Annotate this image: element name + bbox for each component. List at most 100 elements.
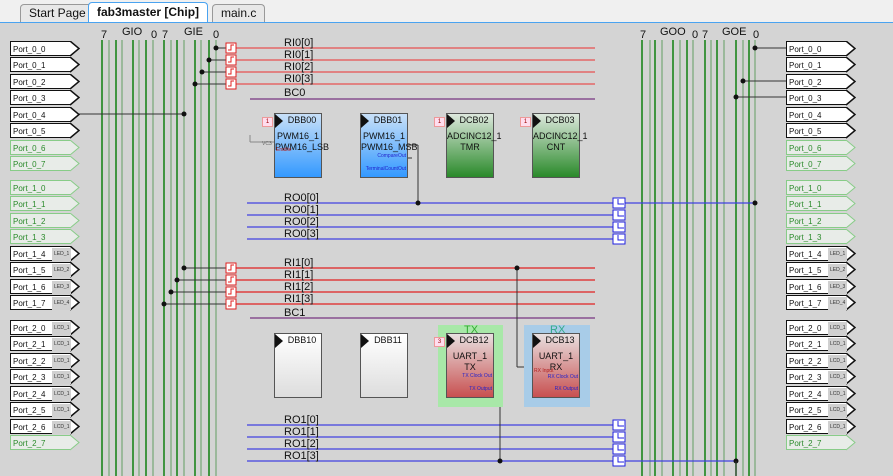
ro1-2-label: RO1[2] bbox=[284, 438, 319, 450]
port-label: Port_0_4 bbox=[13, 110, 46, 120]
port-tag: LCD_1 bbox=[828, 371, 847, 385]
port-tag: LCD_1 bbox=[828, 420, 847, 434]
left-port-port-2-7[interactable]: Port_2_7 bbox=[10, 435, 80, 451]
block-dcb12[interactable]: DCB12 UART_1 TX TX Clock Out TX Output bbox=[446, 333, 494, 398]
rx-clock-out-signal: RX Clock Out bbox=[547, 374, 578, 380]
port-arrow-icon bbox=[70, 196, 80, 212]
right-port-port-1-2[interactable]: Port_1_2 bbox=[786, 212, 856, 229]
left-port-port-2-0[interactable]: Port_2_0 LCD_1 bbox=[10, 320, 80, 336]
right-port-port-1-4[interactable]: Port_1_4 LED_1 bbox=[786, 245, 856, 262]
clock-input-icon bbox=[447, 334, 455, 348]
port-tag: LED_2 bbox=[828, 264, 847, 278]
left-port-port-0-1[interactable]: Port_0_1 bbox=[10, 57, 80, 74]
left-port-port-1-6[interactable]: Port_1_6 LED_3 bbox=[10, 278, 80, 295]
right-port-port-2-1[interactable]: Port_2_1 LCD_1 bbox=[786, 336, 856, 353]
gie-lsb: 0 bbox=[213, 29, 220, 41]
port-tag: LCD_1 bbox=[52, 354, 71, 368]
block-dbb01[interactable]: DBB01 PWM16_1 PWM16_MSB CompareOut Termi… bbox=[360, 113, 418, 178]
clock-badge: 1 bbox=[262, 117, 273, 127]
port-label: Port_0_7 bbox=[13, 160, 46, 170]
right-port-port-2-3[interactable]: Port_2_3 LCD_1 bbox=[786, 369, 856, 385]
block-dcb03[interactable]: DCB03 ADCINC12_1 CNT bbox=[532, 113, 588, 178]
port-arrow-icon bbox=[846, 212, 856, 229]
right-port-port-1-5[interactable]: Port_1_5 LED_2 bbox=[786, 262, 856, 278]
port-label: Port_0_5 bbox=[789, 127, 822, 137]
left-port-port-0-4[interactable]: Port_0_4 bbox=[10, 106, 80, 123]
left-port-port-2-2[interactable]: Port_2_2 LCD_1 bbox=[10, 352, 80, 369]
block-dcb13[interactable]: DCB13 UART_1 RX RX Input RX Clock Out RX… bbox=[532, 333, 580, 398]
port-label: Port_1_1 bbox=[789, 200, 822, 210]
ro0-1-label: RO0[1] bbox=[284, 204, 319, 216]
left-port-port-0-0[interactable]: Port_0_0 bbox=[10, 41, 80, 57]
port-label: Port_1_3 bbox=[789, 233, 822, 243]
block-dbb10[interactable]: DBB10 bbox=[274, 333, 322, 398]
left-port-port-1-0[interactable]: Port_1_0 bbox=[10, 180, 80, 196]
left-port-port-1-3[interactable]: Port_1_3 bbox=[10, 229, 80, 245]
port-arrow-icon bbox=[846, 295, 856, 311]
port-arrow-icon bbox=[70, 139, 80, 156]
port-tag: LCD_1 bbox=[828, 338, 847, 352]
output-driver-icon bbox=[612, 197, 626, 209]
left-port-port-0-7[interactable]: Port_0_7 bbox=[10, 156, 80, 172]
right-port-port-0-3[interactable]: Port_0_3 bbox=[786, 90, 856, 106]
left-port-port-2-6[interactable]: Port_2_6 LCD_1 bbox=[10, 418, 80, 435]
port-tag: LCD_1 bbox=[828, 354, 847, 368]
right-port-port-2-5[interactable]: Port_2_5 LCD_1 bbox=[786, 402, 856, 418]
right-port-port-2-0[interactable]: Port_2_0 LCD_1 bbox=[786, 320, 856, 336]
right-port-port-1-3[interactable]: Port_1_3 bbox=[786, 229, 856, 245]
left-port-port-0-2[interactable]: Port_0_2 bbox=[10, 73, 80, 90]
enable-signal: Enable bbox=[276, 147, 292, 153]
bc1-label: BC1 bbox=[284, 307, 306, 319]
port-label: Port_2_7 bbox=[789, 439, 822, 449]
right-port-port-0-4[interactable]: Port_0_4 bbox=[786, 106, 856, 123]
port-tag: LCD_1 bbox=[828, 322, 847, 335]
block-name: UART_1 bbox=[538, 351, 574, 361]
left-port-port-1-5[interactable]: Port_1_5 LED_2 bbox=[10, 262, 80, 278]
port-label: Port_1_0 bbox=[13, 184, 46, 193]
left-port-port-2-1[interactable]: Port_2_1 LCD_1 bbox=[10, 336, 80, 353]
gie-msb: 7 bbox=[162, 29, 169, 41]
port-label: Port_0_3 bbox=[789, 94, 822, 104]
left-port-port-2-3[interactable]: Port_2_3 LCD_1 bbox=[10, 369, 80, 385]
right-port-port-0-7[interactable]: Port_0_7 bbox=[786, 156, 856, 172]
right-port-port-2-2[interactable]: Port_2_2 LCD_1 bbox=[786, 352, 856, 369]
junction-dot bbox=[192, 81, 198, 87]
left-port-port-2-4[interactable]: Port_2_4 LCD_1 bbox=[10, 385, 80, 402]
clock-badge: 1 bbox=[434, 117, 445, 127]
block-dbb00[interactable]: DBB00 PWM16_1 PWM16_LSB Enable bbox=[274, 113, 329, 178]
left-port-port-1-4[interactable]: Port_1_4 LED_1 bbox=[10, 245, 80, 262]
right-port-port-2-6[interactable]: Port_2_6 LCD_1 bbox=[786, 418, 856, 435]
left-port-port-0-3[interactable]: Port_0_3 bbox=[10, 90, 80, 106]
right-port-port-0-6[interactable]: Port_0_6 bbox=[786, 139, 856, 156]
left-port-port-1-7[interactable]: Port_1_7 LED_4 bbox=[10, 295, 80, 311]
left-port-port-2-5[interactable]: Port_2_5 LCD_1 bbox=[10, 402, 80, 418]
port-tag: LED_1 bbox=[828, 247, 847, 261]
goo-lsb: 0 bbox=[692, 29, 699, 41]
tab-start-page[interactable]: Start Page bbox=[20, 4, 95, 22]
left-port-port-0-5[interactable]: Port_0_5 bbox=[10, 123, 80, 139]
tab-fab3master-chip[interactable]: fab3master [Chip] bbox=[88, 2, 209, 22]
left-port-port-1-2[interactable]: Port_1_2 bbox=[10, 212, 80, 229]
block-dbb11[interactable]: DBB11 bbox=[360, 333, 408, 398]
right-port-port-1-7[interactable]: Port_1_7 LED_4 bbox=[786, 295, 856, 311]
block-dcb02[interactable]: DCB02 ADCINC12_1 TMR bbox=[446, 113, 502, 178]
right-port-port-2-7[interactable]: Port_2_7 bbox=[786, 435, 856, 451]
port-tag: LCD_1 bbox=[828, 387, 847, 401]
right-port-port-2-4[interactable]: Port_2_4 LCD_1 bbox=[786, 385, 856, 402]
right-port-port-1-6[interactable]: Port_1_6 LED_3 bbox=[786, 278, 856, 295]
left-port-port-0-6[interactable]: Port_0_6 bbox=[10, 139, 80, 156]
tab-main-c[interactable]: main.c bbox=[212, 4, 266, 22]
port-label: Port_0_0 bbox=[13, 45, 46, 54]
right-port-port-1-0[interactable]: Port_1_0 bbox=[786, 180, 856, 196]
right-port-port-0-5[interactable]: Port_0_5 bbox=[786, 123, 856, 139]
gio-lsb: 0 bbox=[151, 29, 158, 41]
right-port-port-1-1[interactable]: Port_1_1 bbox=[786, 196, 856, 212]
right-port-port-0-1[interactable]: Port_0_1 bbox=[786, 57, 856, 74]
port-arrow-icon bbox=[70, 295, 80, 311]
ri0-3-label: RI0[3] bbox=[284, 73, 314, 85]
right-port-port-0-0[interactable]: Port_0_0 bbox=[786, 41, 856, 57]
routing-wires bbox=[70, 40, 786, 476]
left-port-port-1-1[interactable]: Port_1_1 bbox=[10, 196, 80, 212]
right-port-port-0-2[interactable]: Port_0_2 bbox=[786, 73, 856, 90]
junction-dot bbox=[168, 289, 174, 295]
